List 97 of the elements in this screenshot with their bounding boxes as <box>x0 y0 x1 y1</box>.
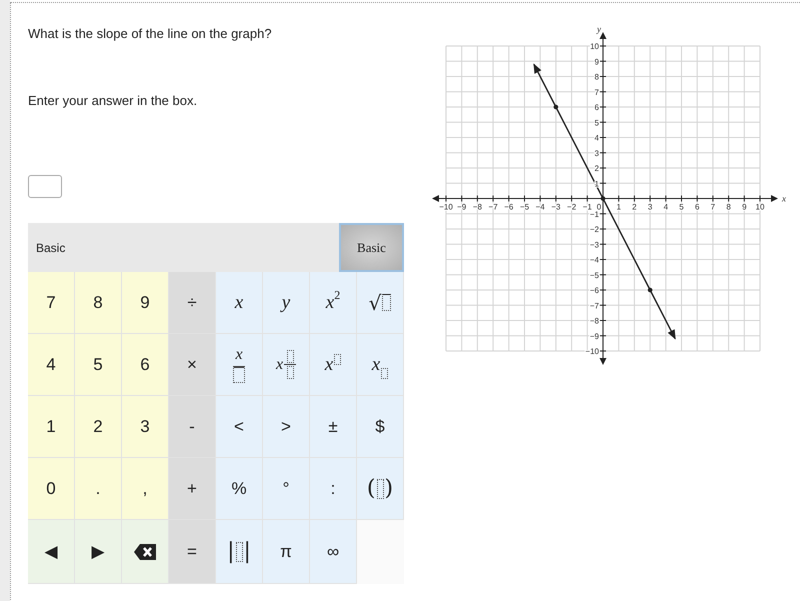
answer-field[interactable] <box>28 175 62 198</box>
calculator-key[interactable]: x <box>263 334 310 396</box>
placeholder-icon <box>382 294 392 311</box>
calculator-key[interactable]: 3 <box>122 396 169 458</box>
calculator-key[interactable]: 7 <box>28 272 75 334</box>
calculator-key[interactable]: % <box>216 458 263 520</box>
tick-label: 8 <box>594 72 599 82</box>
calculator-key[interactable]: π <box>263 520 310 584</box>
calculator-key[interactable]: - <box>169 396 216 458</box>
tick-label: −10 <box>439 202 453 212</box>
calculator-key[interactable]: x <box>357 334 404 396</box>
calculator-key[interactable]: 4 <box>28 334 75 396</box>
tick-label: 4 <box>664 202 668 212</box>
calculator-key[interactable]: x <box>310 334 357 396</box>
calculator-key[interactable] <box>122 520 169 584</box>
axis-label: y <box>597 24 601 34</box>
tick-label: −3 <box>551 202 560 212</box>
tick-label: 6 <box>694 202 700 212</box>
calculator-key[interactable]: x <box>216 272 263 334</box>
tick-label: −2 <box>590 225 599 234</box>
tick-label: −2 <box>567 202 576 212</box>
tick-label: −1 <box>590 210 599 219</box>
calculator-key[interactable]: . <box>75 458 122 520</box>
keypad-title: Basic <box>35 240 66 254</box>
tick-label: −4 <box>536 202 545 212</box>
tick-label: 6 <box>594 103 599 112</box>
tick-label: 10 <box>590 42 599 51</box>
calculator-key[interactable]: 1 <box>28 396 75 458</box>
tick-label: −8 <box>590 316 599 326</box>
calculator-key[interactable]: $ <box>357 396 404 458</box>
calculator-key[interactable]: ( ) <box>357 458 404 520</box>
calculator-key[interactable]: 8 <box>75 272 122 334</box>
calculator-key[interactable]: < <box>216 396 263 458</box>
tick-label: 2 <box>632 202 637 212</box>
calculator-key[interactable]: 0 <box>28 458 75 520</box>
question-text: What is the slope of the line on the graph? <box>28 26 272 42</box>
fraction-placeholder-icon <box>284 350 296 380</box>
tick-label: 7 <box>594 88 599 97</box>
calculator-key[interactable]: , <box>122 458 169 520</box>
tick-label: −4 <box>590 256 599 264</box>
tick-label: 7 <box>710 202 716 212</box>
calculator-key[interactable]: ∞ <box>310 520 357 584</box>
tick-label: −8 <box>472 202 482 212</box>
axis-label: x <box>782 194 786 204</box>
placeholder-icon <box>381 368 388 379</box>
data-point <box>554 104 558 110</box>
data-point <box>648 288 652 292</box>
calculator-key[interactable]: | | <box>216 520 263 584</box>
tick-label: 2 <box>594 164 599 173</box>
tick-label: −5 <box>590 270 599 280</box>
tick-label: 8 <box>726 202 731 212</box>
placeholder-icon <box>233 366 245 383</box>
calculator-key[interactable]: y <box>263 272 310 334</box>
calculator-key[interactable]: = <box>169 520 216 584</box>
tick-label: −9 <box>457 202 466 212</box>
tick-label: 0 <box>596 202 602 212</box>
calculator-key[interactable]: > <box>263 396 310 458</box>
calculator-key[interactable]: : <box>310 458 357 520</box>
instruction-text: Enter your answer in the box. <box>28 93 198 109</box>
calculator-key[interactable]: 5 <box>75 334 122 396</box>
tick-label: −6 <box>504 202 514 212</box>
calculator-key[interactable]: ▶ <box>75 520 122 584</box>
calculator-key[interactable]: √ <box>357 272 404 334</box>
backspace-icon <box>134 544 156 560</box>
tick-label: −10 <box>585 347 599 356</box>
calculator-key[interactable]: + <box>169 458 216 520</box>
tick-label: −9 <box>590 332 599 341</box>
placeholder-icon <box>236 542 242 562</box>
tick-label: 10 <box>756 202 764 212</box>
tick-label: 3 <box>648 202 652 212</box>
tick-label: 5 <box>594 118 599 128</box>
tick-label: 9 <box>594 57 599 66</box>
calculator-key[interactable]: x$^{2}$ <box>310 272 357 334</box>
tick-label: 5 <box>679 202 684 212</box>
calculator-key[interactable]: x <box>216 334 263 396</box>
tick-label: 4 <box>594 134 599 142</box>
calculator-key[interactable]: ± <box>310 396 357 458</box>
calculator-key[interactable]: 6 <box>122 334 169 396</box>
calculator-key[interactable]: ◀ <box>28 520 75 584</box>
tick-label: 3 <box>594 148 599 158</box>
tick-label: 9 <box>742 202 747 212</box>
calculator-key[interactable]: × <box>169 334 216 396</box>
tick-label: 1 <box>616 202 621 212</box>
tick-label: −6 <box>590 286 599 295</box>
calculator-key[interactable]: 2 <box>75 396 122 458</box>
keypad-tab[interactable]: Basic <box>339 223 404 272</box>
calculator-key[interactable]: 9 <box>122 272 169 334</box>
tick-label: −1 <box>582 202 592 212</box>
calculator-key[interactable]: ÷ <box>169 272 216 334</box>
data-point <box>600 196 606 201</box>
placeholder-icon <box>334 354 342 365</box>
tick-label: −7 <box>488 202 498 212</box>
tick-label: −7 <box>590 301 599 310</box>
tick-label: −5 <box>520 202 530 212</box>
tick-label: −3 <box>590 240 599 250</box>
calculator-key[interactable]: ° <box>263 458 310 520</box>
placeholder-icon <box>376 478 384 498</box>
